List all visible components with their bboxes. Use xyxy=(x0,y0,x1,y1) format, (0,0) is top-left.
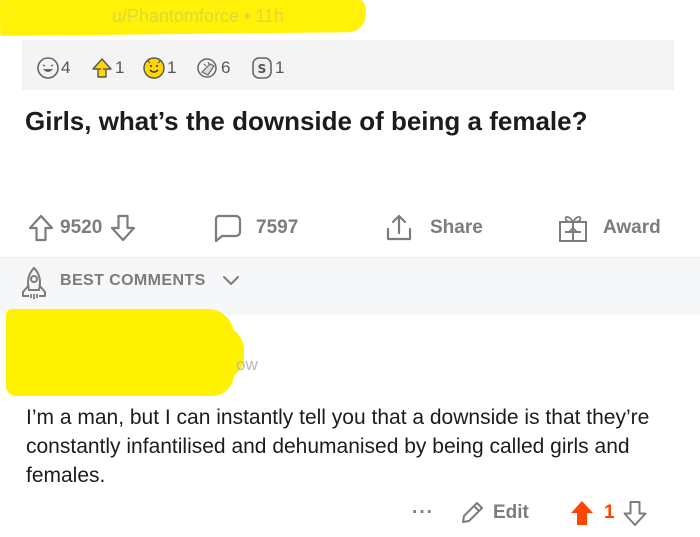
downvote-icon[interactable] xyxy=(110,214,136,242)
wholesome-award-icon xyxy=(143,57,165,79)
post-title: Girls, what’s the downside of being a fe… xyxy=(25,106,588,136)
comment-body: I’m a man, but I can instantly tell you … xyxy=(26,406,650,487)
more-options-button[interactable]: ··· xyxy=(412,498,434,528)
award-count: 1 xyxy=(275,58,285,77)
award-up-arrow[interactable]: 1 xyxy=(90,56,124,80)
award-count: 4 xyxy=(61,58,71,77)
post-meta-text: u/Phantomforce • 11h xyxy=(112,6,285,26)
chevron-down-icon[interactable] xyxy=(222,274,240,288)
gift-icon xyxy=(559,215,587,242)
comments-button[interactable]: 7597 xyxy=(212,208,298,248)
comment-vote-count: 1 xyxy=(604,502,615,523)
comment-vote-control: 1 xyxy=(570,498,647,528)
upvote-active-icon[interactable] xyxy=(570,500,594,526)
award-label: Award xyxy=(603,217,661,238)
sort-label[interactable]: BEST COMMENTS xyxy=(60,272,206,290)
award-laughing[interactable]: 4 xyxy=(36,56,70,80)
svg-text:S: S xyxy=(258,62,267,76)
award-silver[interactable]: S 1 xyxy=(250,56,284,80)
vote-count: 9520 xyxy=(60,217,103,238)
comment-count: 7597 xyxy=(256,217,299,238)
up-arrow-award-icon xyxy=(92,58,112,78)
edit-label: Edit xyxy=(493,502,529,523)
laughing-face-award-icon xyxy=(37,57,59,79)
downvote-icon[interactable] xyxy=(623,500,647,526)
face-palm-award-icon xyxy=(197,58,217,78)
award-wholesome[interactable]: 1 xyxy=(142,56,176,80)
upvote-icon[interactable] xyxy=(28,214,54,242)
pencil-icon xyxy=(462,502,483,523)
silver-award-icon: S xyxy=(252,57,272,79)
vote-control: 9520 xyxy=(28,208,136,248)
award-count: 6 xyxy=(221,58,231,77)
post-meta-line: u/Phantomforce • 11h xyxy=(0,0,700,36)
share-icon xyxy=(386,214,412,241)
comment-meta-text: ow xyxy=(236,355,258,374)
share-label: Share xyxy=(430,217,483,238)
award-button[interactable]: Award xyxy=(557,208,661,248)
award-count: 1 xyxy=(167,58,177,77)
award-count: 1 xyxy=(115,58,125,77)
edit-button[interactable]: Edit xyxy=(459,498,529,528)
comment-action-bar: ··· Edit 1 xyxy=(0,498,700,528)
rocket-icon xyxy=(22,266,46,299)
redaction-highlight xyxy=(176,326,244,378)
comment-bubble-icon xyxy=(214,214,242,243)
post-action-bar: 9520 7597 Share Award xyxy=(0,208,700,248)
award-face-palm[interactable]: 6 xyxy=(196,56,230,80)
share-button[interactable]: Share xyxy=(384,208,483,248)
